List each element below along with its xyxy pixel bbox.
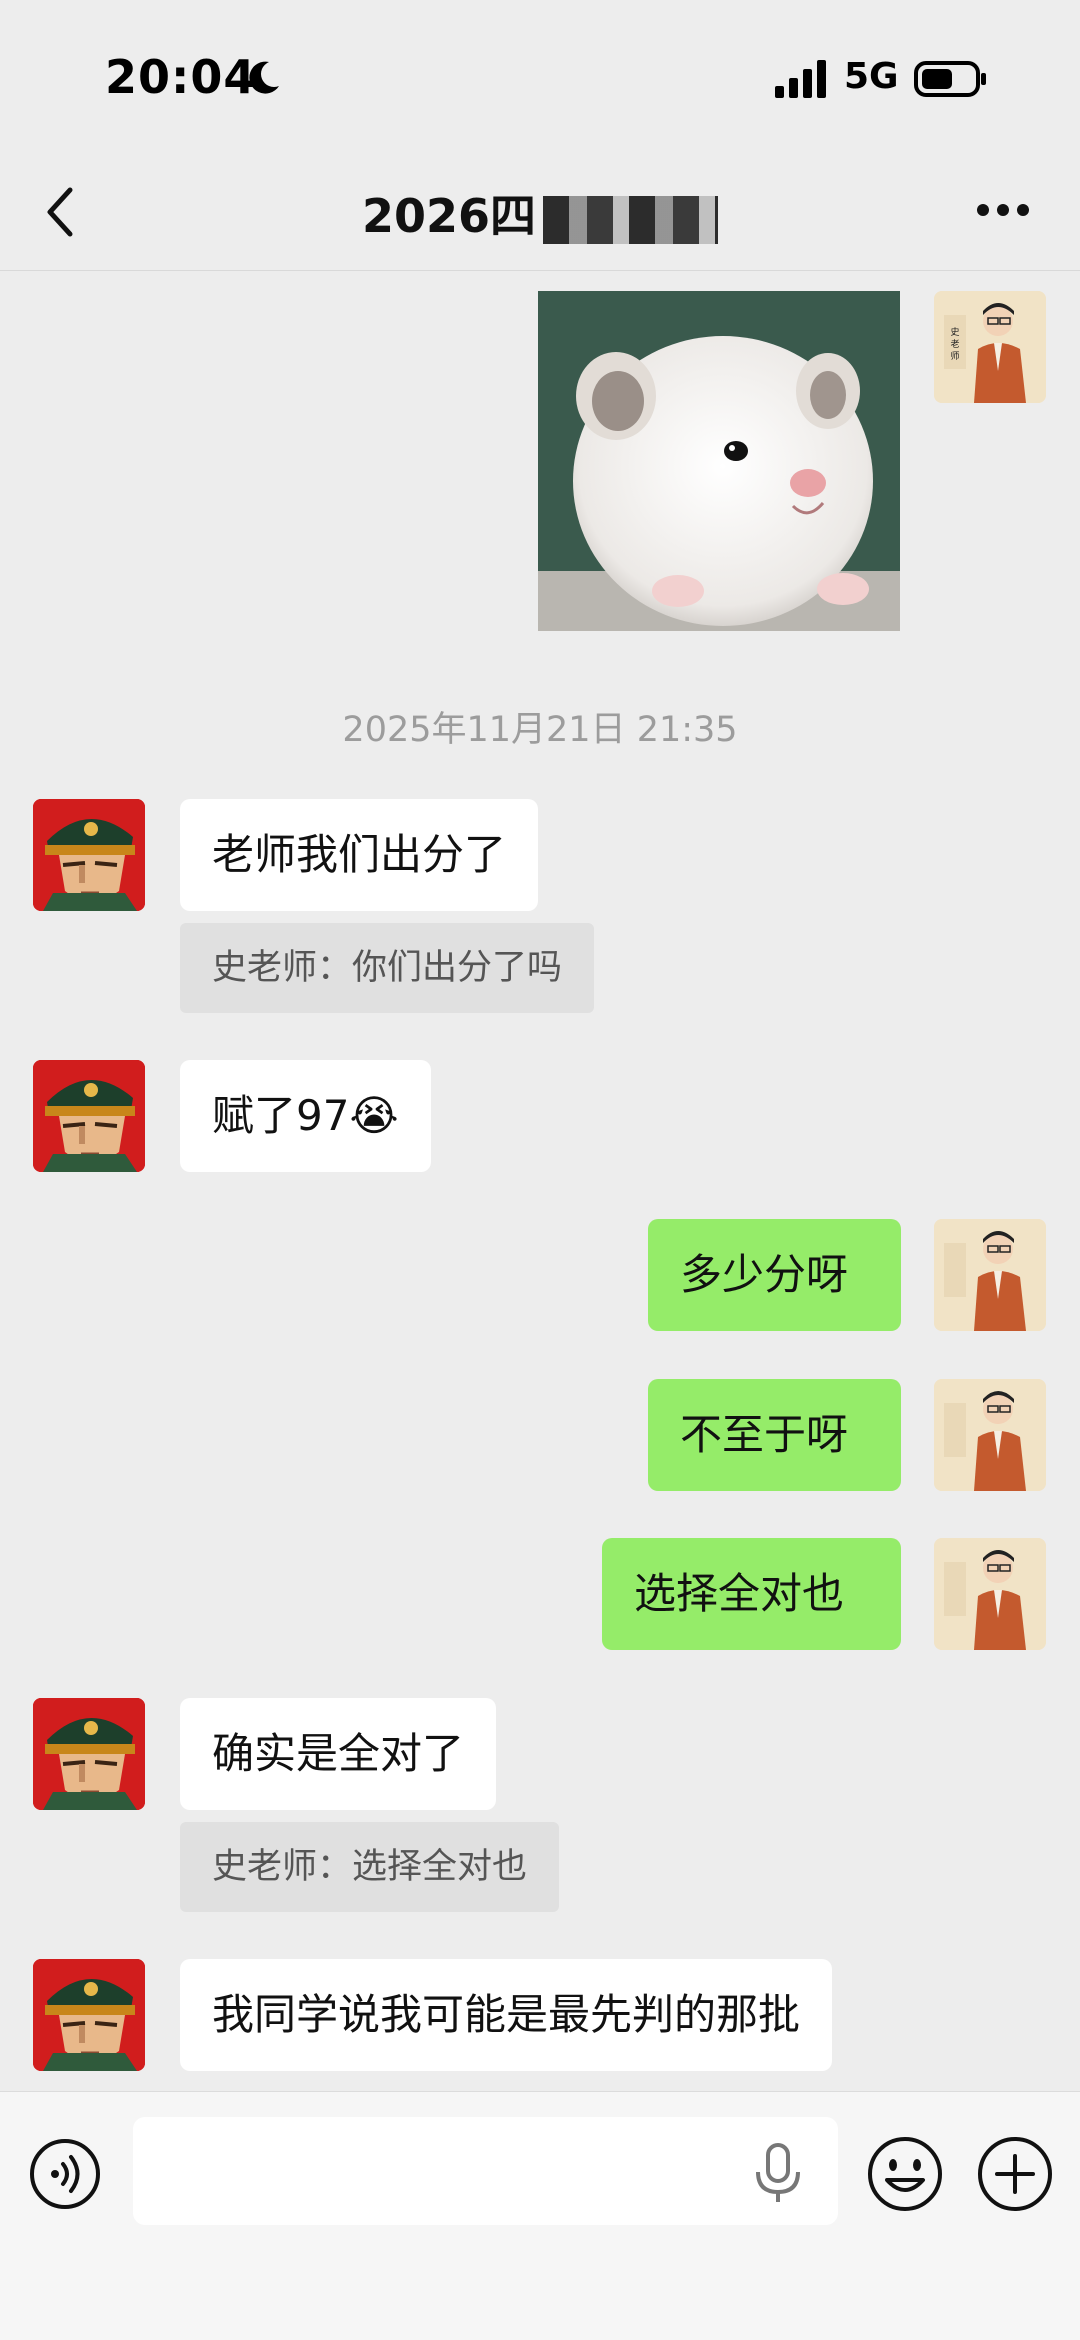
more-icon[interactable] [975,202,1031,218]
avatar[interactable] [33,1959,145,2071]
status-time: 20:04 [105,50,257,104]
svg-text:师: 师 [950,350,959,362]
avatar[interactable] [934,1379,1046,1491]
quoted-message[interactable]: 史老师：你们出分了吗 [180,923,595,1013]
svg-text:史: 史 [950,326,959,338]
teacher-avatar-image [934,1219,1046,1331]
avatar[interactable] [934,1219,1046,1331]
crying-emoji: 😭 [349,1091,399,1140]
message-bubble[interactable]: 我同学说我可能是最先判的那批 [180,1959,833,2071]
officer-avatar-image [33,1698,145,1810]
officer-avatar-image [33,1060,145,1172]
back-icon[interactable] [40,182,80,242]
nav-bar: 2026四 [0,150,1080,271]
status-bar: 20:04 5G [0,0,1080,150]
emoji-icon[interactable] [865,2134,945,2214]
message-text: 赋了97 [212,1091,350,1140]
title-mosaic-redaction [543,196,718,244]
avatar[interactable] [33,1698,145,1810]
voice-icon[interactable] [28,2137,102,2211]
officer-avatar-image [33,799,145,911]
message-bubble[interactable]: 老师我们出分了 [180,799,539,911]
input-bar [0,2091,1080,2340]
avatar[interactable]: 史 老 师 [934,291,1046,403]
timestamp: 2025年11月21日 21:35 [342,710,738,750]
quoted-message[interactable]: 史老师：选择全对也 [180,1822,560,1912]
signal-icon [775,60,826,98]
avatar[interactable] [33,1060,145,1172]
moon-icon [249,61,279,94]
mic-icon[interactable] [752,2142,804,2204]
chat-area[interactable]: 史 老 师 2025年11月21日 21:35 老师我们出分了 史老师：你们出分… [0,271,1080,2091]
message-bubble[interactable]: 赋了97😭 [180,1060,431,1172]
battery-icon [914,61,986,97]
teacher-avatar-image: 史 老 师 [934,291,1046,403]
message-bubble[interactable]: 不至于呀 [648,1379,901,1491]
hamster-image-message[interactable] [538,291,900,631]
svg-text:老: 老 [950,338,959,350]
hamster-image [538,291,900,631]
message-input[interactable] [133,2117,838,2225]
message-bubble[interactable]: 确实是全对了 [180,1698,497,1810]
chat-title: 2026四 [362,189,537,243]
teacher-avatar-image [934,1379,1046,1491]
teacher-avatar-image [934,1538,1046,1650]
plus-icon[interactable] [975,2134,1055,2214]
officer-avatar-image [33,1959,145,2071]
message-bubble[interactable]: 选择全对也 [602,1538,901,1650]
network-type: 5G [844,56,899,97]
avatar[interactable] [33,799,145,911]
message-bubble[interactable]: 多少分呀 [648,1219,901,1331]
avatar[interactable] [934,1538,1046,1650]
